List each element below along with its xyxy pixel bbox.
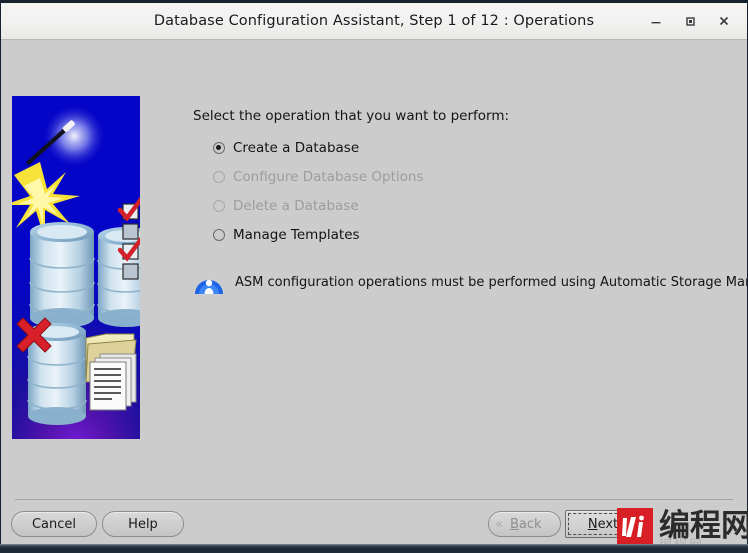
title-bar: Database Configuration Assistant, Step 1… [1, 3, 747, 40]
next-button-label: Next [588, 517, 618, 532]
dialog-content: Select the operation that you want to pe… [1, 40, 747, 500]
next-rest: ext [597, 516, 619, 532]
radio-label: Create a Database [233, 139, 360, 156]
close-icon[interactable] [707, 6, 741, 36]
back-rest: ack [518, 516, 542, 532]
prompt-label: Select the operation that you want to pe… [193, 108, 510, 124]
site-watermark: 编程网 编程网 [617, 506, 748, 553]
radio-indicator [213, 141, 225, 154]
window-controls [639, 3, 741, 39]
radio-option-create-a-database[interactable]: Create a Database [213, 133, 424, 162]
operations-pane: Select the operation that you want to pe… [151, 88, 747, 500]
maximize-icon[interactable] [673, 6, 707, 36]
radio-indicator [213, 199, 225, 212]
footer-separator [15, 499, 733, 500]
application-window: Database Configuration Assistant, Step 1… [0, 0, 748, 553]
minimize-icon[interactable] [639, 6, 673, 36]
asm-notice: ASM configuration operations must be per… [193, 268, 747, 296]
radio-option-configure-database-options: Configure Database Options [213, 162, 424, 191]
asm-info-icon [193, 268, 225, 296]
radio-label: Manage Templates [233, 226, 360, 243]
radio-indicator [213, 170, 225, 183]
back-button: « Back [488, 511, 561, 537]
wizard-illustration [12, 96, 140, 439]
desktop-background-strip [0, 544, 748, 550]
cancel-button-label: Cancel [31, 516, 77, 532]
help-button-label: Help [128, 516, 158, 532]
radio-indicator [213, 228, 225, 241]
radio-label: Delete a Database [233, 197, 359, 214]
operation-radio-group[interactable]: Create a Database Configure Database Opt… [213, 133, 424, 249]
watermark-logo-icon [617, 507, 653, 546]
radio-option-delete-a-database: Delete a Database [213, 191, 424, 220]
asm-notice-text: ASM configuration operations must be per… [235, 274, 747, 290]
help-button[interactable]: Help [102, 511, 184, 537]
back-mnemonic: B [509, 516, 519, 532]
next-mnemonic: N [587, 516, 598, 532]
chevron-left-double-icon: « [495, 516, 503, 532]
radio-option-manage-templates[interactable]: Manage Templates [213, 220, 424, 249]
cancel-button[interactable]: Cancel [11, 511, 97, 537]
back-button-label: Back [510, 517, 542, 532]
radio-label: Configure Database Options [233, 168, 424, 185]
window-title: Database Configuration Assistant, Step 1… [153, 13, 595, 29]
